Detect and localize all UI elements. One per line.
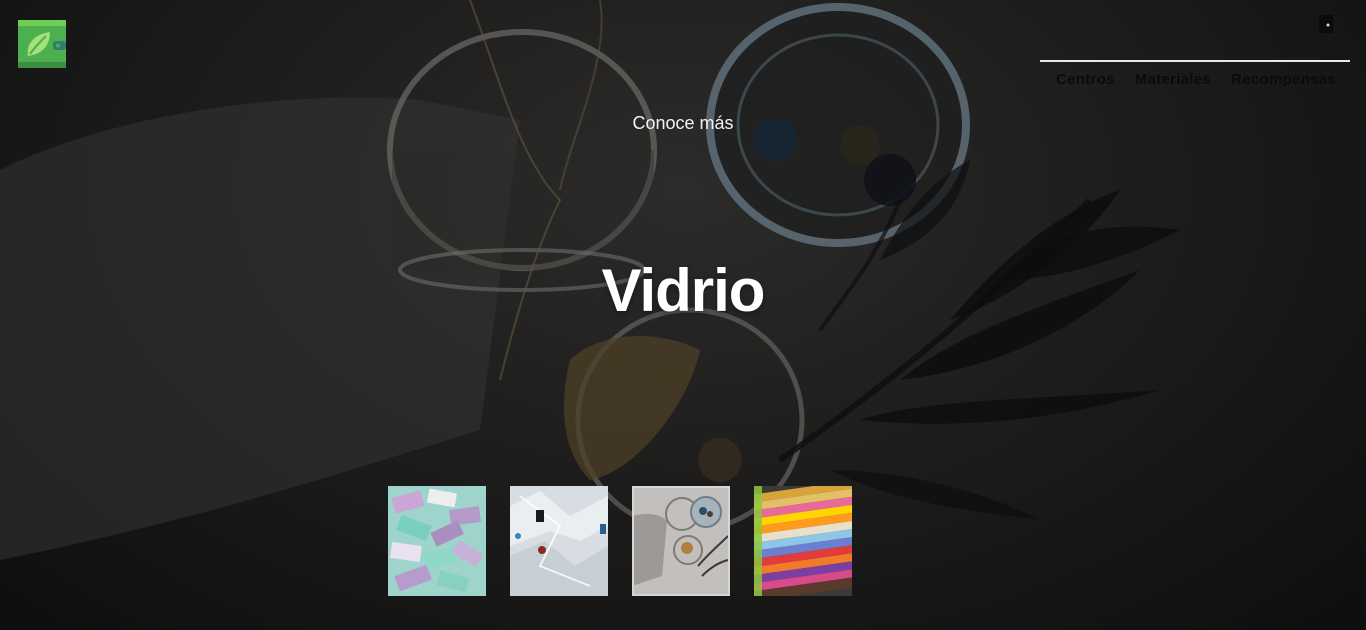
hero-section: Centros Materiales Recompensas Conoce má… <box>0 0 1366 630</box>
plastic-icon <box>510 486 608 596</box>
main-nav: Centros Materiales Recompensas <box>1046 70 1346 90</box>
textile-icon <box>754 486 852 596</box>
nav-centros[interactable]: Centros <box>1046 70 1125 90</box>
nav-divider <box>1040 60 1350 62</box>
learn-more-link[interactable]: Conoce más <box>0 113 1366 134</box>
logo-icon[interactable] <box>18 20 68 70</box>
nav-materiales[interactable]: Materiales <box>1125 70 1221 90</box>
glass-icon <box>632 486 730 596</box>
textile-thumbnail[interactable] <box>754 486 852 596</box>
material-title: Vidrio <box>601 257 766 324</box>
door-icon[interactable] <box>1317 15 1335 33</box>
glass-thumbnail[interactable] <box>632 486 730 596</box>
paper-icon <box>388 486 486 596</box>
material-thumbnails <box>388 486 852 596</box>
nav-recompensas[interactable]: Recompensas <box>1221 70 1346 90</box>
paper-thumbnail[interactable] <box>388 486 486 596</box>
plastic-thumbnail[interactable] <box>510 486 608 596</box>
